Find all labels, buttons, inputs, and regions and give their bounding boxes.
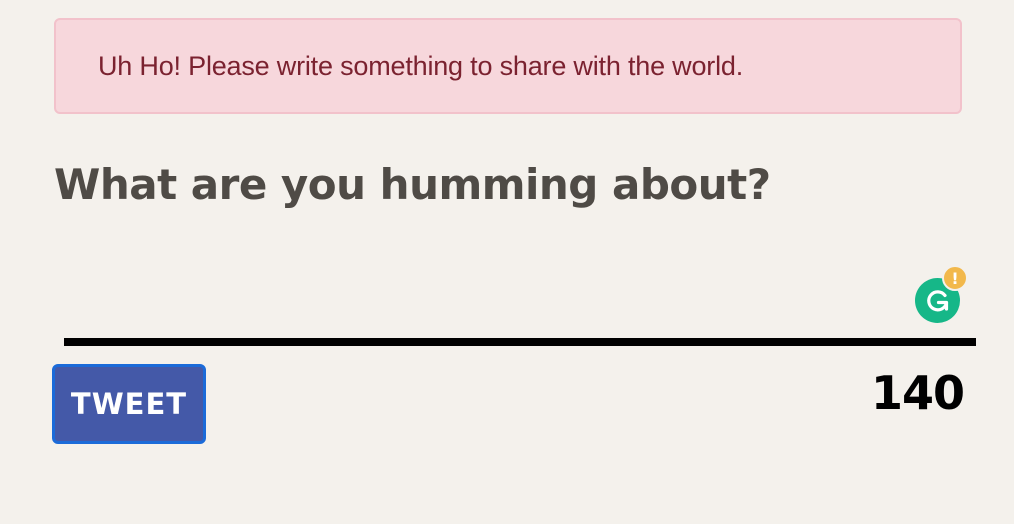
input-underline (64, 338, 976, 346)
error-alert: Uh Ho! Please write something to share w… (54, 18, 962, 114)
tweet-button[interactable]: TWEET (52, 364, 206, 444)
grammarly-g-glyph (926, 289, 948, 311)
grammarly-alert-badge[interactable]: ! (942, 265, 968, 291)
character-counter: 140 (870, 366, 965, 420)
tweet-input[interactable] (64, 230, 976, 336)
composer-heading: What are you humming about? (54, 160, 771, 209)
alert-message: Uh Ho! Please write something to share w… (98, 50, 744, 81)
